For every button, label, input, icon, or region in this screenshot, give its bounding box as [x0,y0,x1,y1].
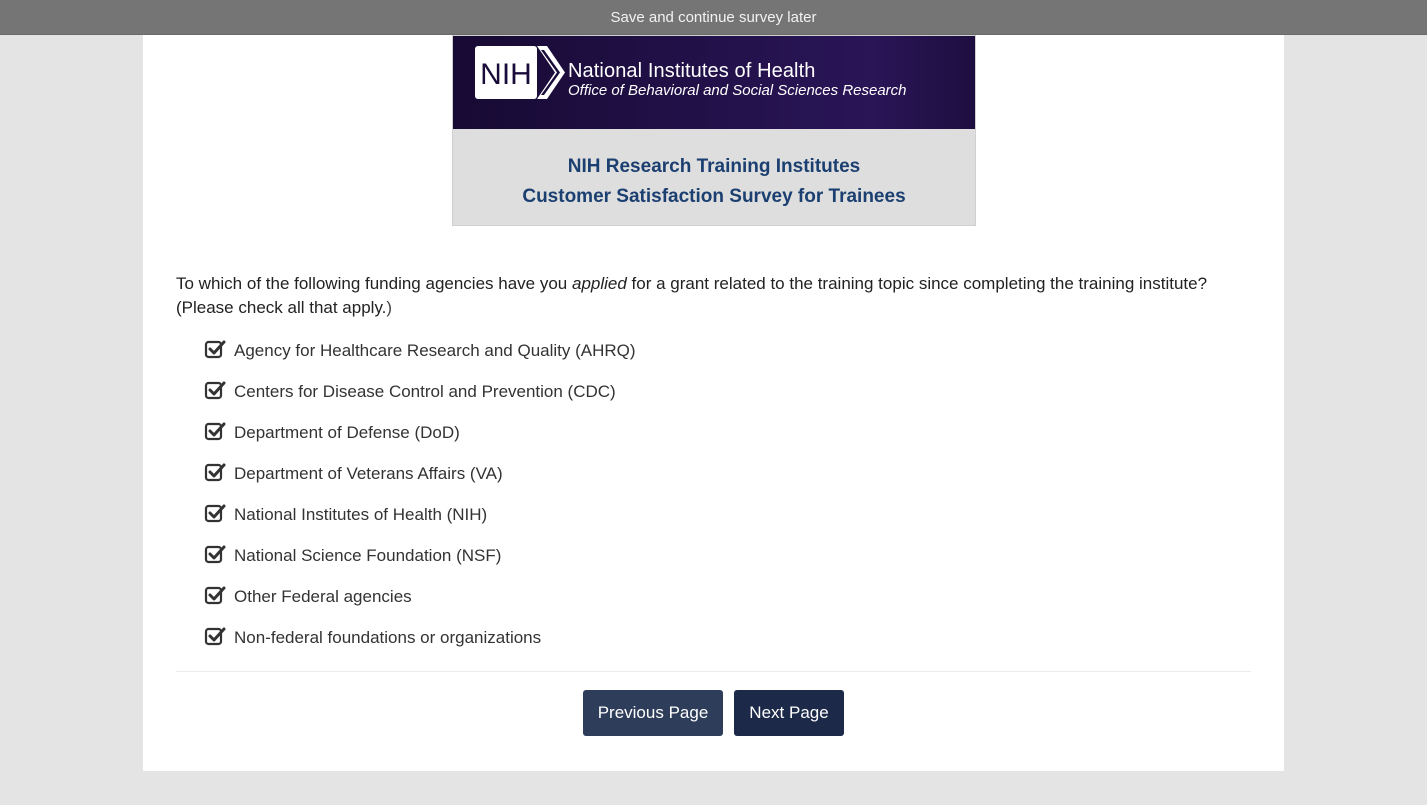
option-row[interactable]: Department of Veterans Affairs (VA) [204,453,636,494]
option-label: Department of Veterans Affairs (VA) [234,463,503,483]
checked-checkbox-icon[interactable] [204,461,226,483]
previous-page-button[interactable]: Previous Page [583,690,723,736]
checked-checkbox-icon[interactable] [204,625,226,647]
question-part3: ) [386,298,393,317]
nih-logo-icon: NIH [475,46,565,99]
option-row[interactable]: Agency for Healthcare Research and Quali… [204,330,636,371]
option-row[interactable]: Department of Defense (DoD) [204,412,636,453]
checked-checkbox-icon[interactable] [204,379,226,401]
option-row[interactable]: National Science Foundation (NSF) [204,535,636,576]
checked-checkbox-icon[interactable] [204,420,226,442]
save-later-bar: Save and continue survey later [0,0,1427,35]
save-later-link[interactable]: Save and continue survey later [611,9,817,26]
option-label: Department of Defense (DoD) [234,422,460,442]
option-label: Other Federal agencies [234,586,412,606]
option-label: Non-federal foundations or organizations [234,627,542,647]
question-emphasis: applied [571,274,627,293]
option-row[interactable]: Centers for Disease Control and Preventi… [204,371,636,412]
checked-checkbox-icon[interactable] [204,338,226,360]
survey-card: NIH National Institutes of Health Office… [143,35,1284,771]
option-label: Centers for Disease Control and Preventi… [234,381,616,401]
question-text: To which of the following funding agenci… [176,272,1216,320]
checked-checkbox-icon[interactable] [204,584,226,606]
survey-title-line1: NIH Research Training Institutes [567,156,861,177]
option-row[interactable]: Other Federal agencies [204,576,636,617]
org-name: National Institutes of Health [568,60,816,82]
checked-checkbox-icon[interactable] [204,543,226,565]
option-label: National Science Foundation (NSF) [234,545,502,565]
nih-header: NIH National Institutes of Health Office… [453,36,975,129]
next-page-button[interactable]: Next Page [734,690,844,736]
survey-title-line2: Customer Satisfaction Survey for Trainee… [522,186,906,207]
option-label: National Institutes of Health (NIH) [234,504,488,524]
question-part1: To which of the following funding agenci… [176,274,572,293]
option-row[interactable]: National Institutes of Health (NIH) [204,494,636,535]
option-label: Agency for Healthcare Research and Quali… [234,340,636,360]
divider [176,671,1251,672]
office-name: Office of Behavioral and Social Sciences… [568,82,907,99]
survey-banner: NIH National Institutes of Health Office… [452,35,976,226]
option-row[interactable]: Non-federal foundations or organizations [204,617,636,658]
nih-logo-text: NIH [480,58,532,91]
checked-checkbox-icon[interactable] [204,502,226,524]
survey-title: NIH Research Training Institutes Custome… [453,129,975,225]
options-list: Agency for Healthcare Research and Quali… [204,330,636,658]
